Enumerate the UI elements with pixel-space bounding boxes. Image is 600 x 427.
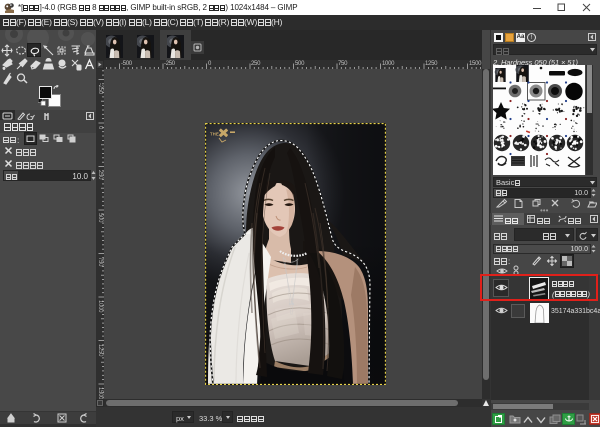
svg-text:THE: THE — [210, 132, 219, 137]
